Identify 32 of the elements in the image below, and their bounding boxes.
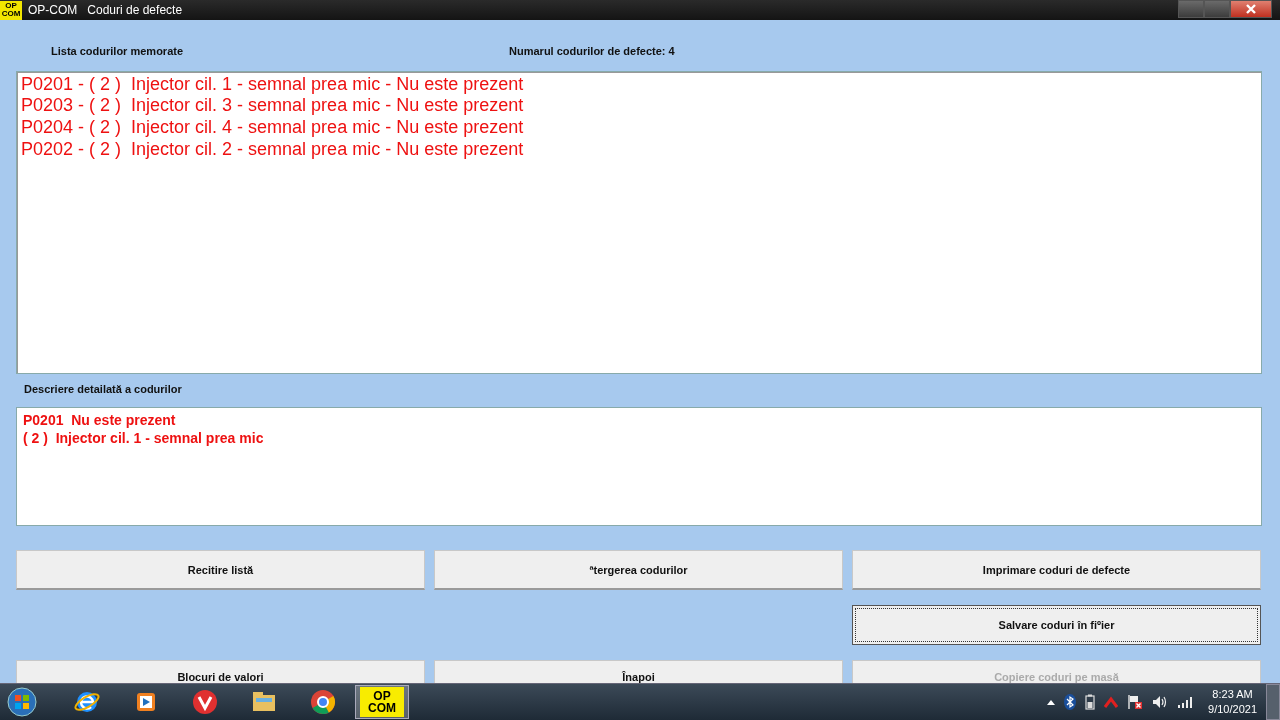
action-button[interactable]: Imprimare coduri de defecte — [852, 550, 1261, 591]
action-button[interactable]: Blocuri de valori — [16, 660, 425, 683]
taskbar-app[interactable]: OP COM — [355, 685, 409, 719]
detail-line: P0201 Nu este prezent — [23, 411, 176, 430]
close-button[interactable] — [1230, 0, 1272, 18]
action-button[interactable]: Înapoi — [434, 660, 843, 683]
speaker-icon[interactable] — [1152, 695, 1169, 709]
clock-date[interactable]: 9/10/2021 — [1208, 702, 1257, 717]
code-item[interactable]: P0202 - ( 2 ) Injector cil. 2 - semnal prea mic - Nu este prezent — [21, 138, 524, 161]
code-item[interactable]: P0204 - ( 2 ) Injector cil. 4 - semnal prea mic - Nu este prezent — [21, 117, 524, 139]
code-item[interactable]: P0203 - ( 2 ) Injector cil. 3 - semnal prea mic - Nu este prezent — [21, 95, 524, 118]
code-item[interactable]: P0201 - ( 2 ) Injector cil. 1 - semnal prea mic - Nu este prezent — [21, 73, 524, 96]
up-arrow-icon[interactable] — [1047, 699, 1056, 705]
flag-icon[interactable] — [1127, 694, 1144, 710]
action-button[interactable]: Recitire listă — [16, 550, 425, 591]
bluetooth-icon[interactable] — [1064, 694, 1077, 710]
count-label: Numarul codurilor de defecte: 4 — [509, 44, 675, 57]
chrome-icon — [309, 688, 337, 716]
signal-bars-icon[interactable] — [1177, 696, 1194, 708]
network-icon[interactable] — [1104, 696, 1119, 708]
detail-line: ( 2 ) Injector cil. 1 - semnal prea mic — [23, 429, 264, 448]
v-circle-icon — [191, 688, 219, 716]
window-title: OP-COM Coduri de defecte — [28, 3, 183, 17]
start-orb-icon — [7, 687, 37, 717]
detail-label: Descriere detailată a codurilor — [24, 382, 183, 397]
list-label: Lista codurilor memorate — [51, 44, 184, 57]
battery-icon[interactable] — [1085, 694, 1096, 710]
action-button[interactable]: ªtergerea codurilor — [434, 550, 843, 591]
app-icon: OP COM — [0, 0, 22, 20]
action-button[interactable]: Salvare coduri în fiºier — [852, 605, 1261, 646]
clock-time[interactable]: 8:23 AM — [1212, 687, 1253, 702]
close-icon — [1246, 4, 1256, 14]
